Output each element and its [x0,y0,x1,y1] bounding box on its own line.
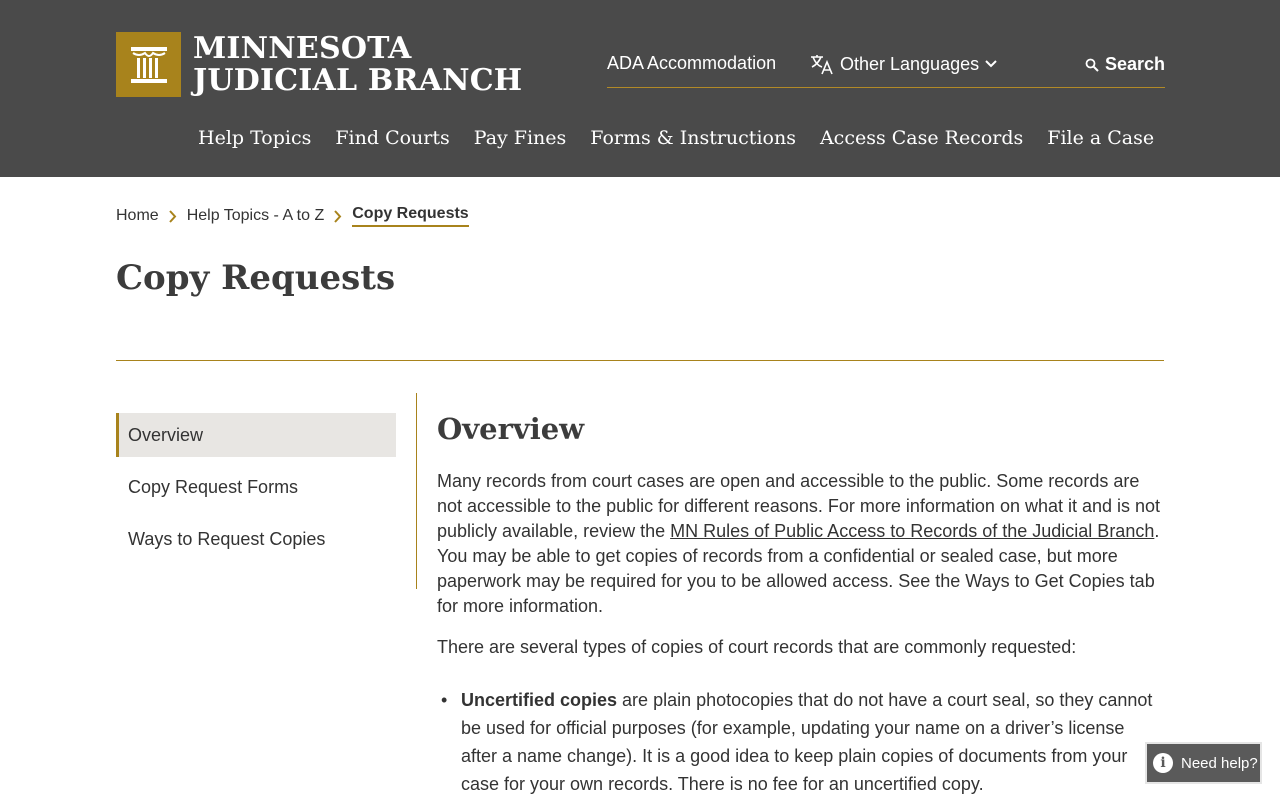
nav-forms-instructions[interactable]: Forms & Instructions [590,127,796,149]
breadcrumb-home[interactable]: Home [116,207,159,225]
types-paragraph: There are several types of copies of cou… [437,637,1077,657]
courthouse-columns-icon [116,32,181,97]
utility-bar: ADA Accommodation Other Languages Search [607,50,1165,88]
search-icon [1085,58,1099,72]
logo-line-2: JUDICIAL BRANCH [193,62,523,98]
other-languages-label: Other Languages [840,53,980,74]
side-nav-divider [416,393,417,589]
site-header: MINNESOTA JUDICIAL BRANCH ADA Accommodat… [0,0,1280,177]
chevron-right-icon [334,209,342,223]
logo-line-1: MINNESOTA [193,30,412,66]
need-help-button[interactable]: i Need help? [1145,742,1262,784]
ada-accommodation-link[interactable]: ADA Accommodation [607,53,776,74]
section-title: Overview [437,412,585,446]
side-nav: Overview Copy Request Forms Ways to Requ… [116,413,396,569]
copy-types-list: Uncertified copies are plain photocopies… [437,686,1165,798]
nav-pay-fines[interactable]: Pay Fines [474,127,567,149]
other-languages-dropdown[interactable]: Other Languages [810,53,1003,75]
search-button[interactable]: Search [1085,54,1165,75]
sidenav-overview[interactable]: Overview [116,413,396,457]
logo-wordmark: MINNESOTA JUDICIAL BRANCH [193,30,523,98]
info-icon: i [1153,753,1173,773]
main-nav: Help Topics Find Courts Pay Fines Forms … [198,127,1178,149]
list-item-term: Uncertified copies [461,690,618,710]
search-label: Search [1104,54,1165,74]
mn-rules-link[interactable]: MN Rules of Public Access to Records of … [670,521,1154,541]
main-content: Overview Many records from court cases a… [437,412,1165,798]
chevron-down-icon [985,60,997,68]
nav-help-topics[interactable]: Help Topics [198,127,311,149]
nav-find-courts[interactable]: Find Courts [335,127,449,149]
nav-file-a-case[interactable]: File a Case [1047,127,1154,149]
sidenav-ways-to-request-copies[interactable]: Ways to Request Copies [116,517,396,561]
page-title: Copy Requests [116,258,396,298]
site-logo[interactable]: MINNESOTA JUDICIAL BRANCH [116,32,522,97]
list-item: Uncertified copies are plain photocopies… [437,686,1165,798]
breadcrumb-current: Copy Requests [352,205,469,227]
intro-paragraph: Many records from court cases are open a… [437,469,1165,619]
title-divider [116,360,1164,361]
breadcrumb: Home Help Topics - A to Z Copy Requests [116,205,469,227]
nav-access-case-records[interactable]: Access Case Records [820,127,1023,149]
breadcrumb-help-topics[interactable]: Help Topics - A to Z [187,207,325,225]
need-help-label: Need help? [1181,754,1258,772]
sidenav-copy-request-forms[interactable]: Copy Request Forms [116,465,396,509]
chevron-right-icon [168,209,177,223]
translate-icon [811,55,833,75]
